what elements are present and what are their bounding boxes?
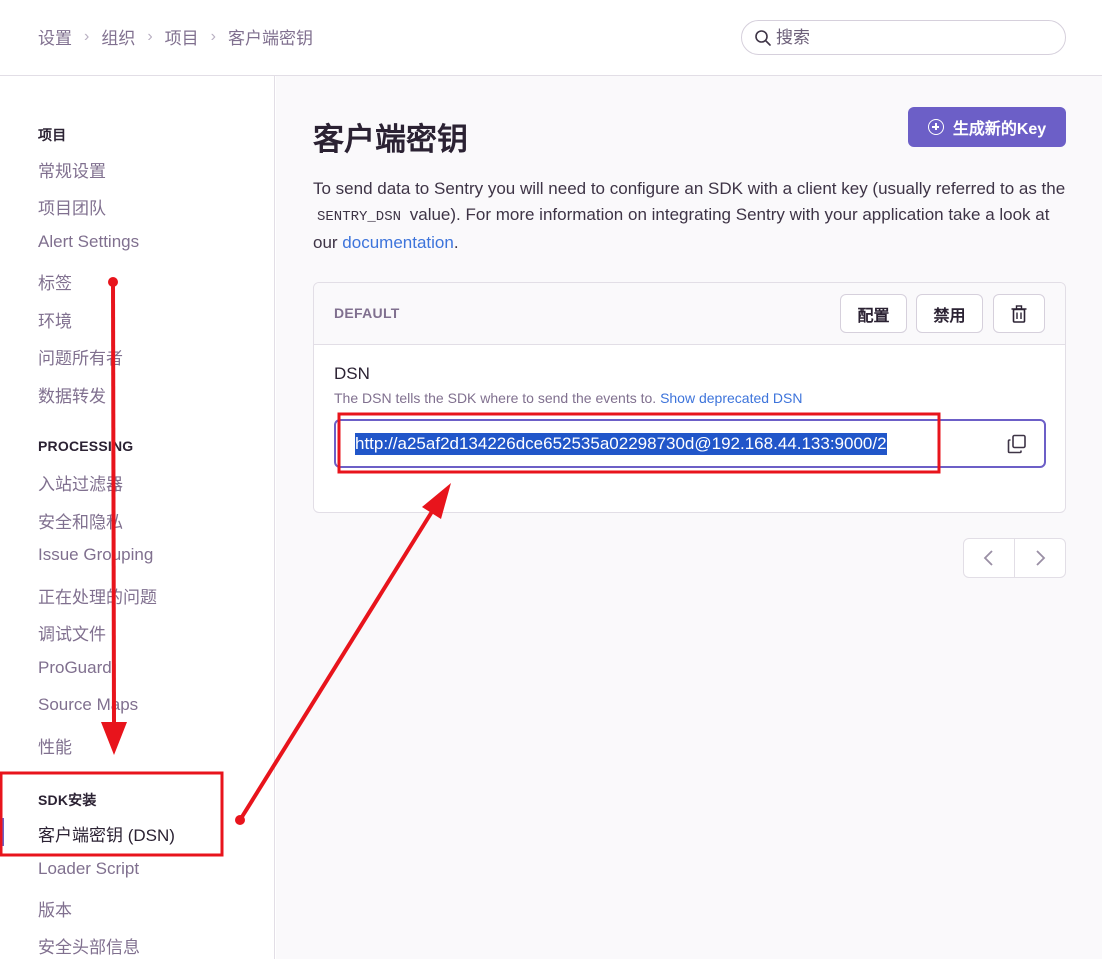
sidebar-item-proguard[interactable]: ProGuard bbox=[38, 658, 112, 678]
chevron-right-icon bbox=[1036, 550, 1046, 566]
panel-header: DEFAULT 配置 禁用 bbox=[314, 283, 1065, 345]
search-box[interactable] bbox=[741, 20, 1066, 55]
sidebar-item-inbound-filters[interactable]: 入站过滤器 bbox=[38, 470, 123, 495]
breadcrumb-organization[interactable]: 组织 bbox=[101, 24, 135, 49]
dsn-value[interactable]: http://a25af2d134226dce652535a02298730d@… bbox=[355, 433, 887, 455]
generate-key-label: 生成新的Key bbox=[952, 121, 1047, 138]
dsn-field[interactable]: http://a25af2d134226dce652535a02298730d@… bbox=[334, 419, 1046, 468]
intro-text: To send data to Sentry you will need to … bbox=[313, 176, 1073, 256]
breadcrumb-client-keys: 客户端密钥 bbox=[227, 29, 313, 48]
search-icon bbox=[755, 29, 771, 46]
sidebar-item-security-privacy[interactable]: 安全和隐私 bbox=[38, 508, 123, 533]
search-input[interactable] bbox=[776, 27, 1036, 48]
dsn-help: The DSN tells the SDK where to send the … bbox=[334, 390, 661, 406]
dsn-label: DSN bbox=[334, 364, 370, 383]
sidebar-item-loader-script[interactable]: Loader Script bbox=[38, 859, 139, 879]
breadcrumb-project[interactable]: 项目 bbox=[165, 24, 199, 49]
intro-part1: To send data to Sentry you will need to … bbox=[313, 179, 1066, 198]
delete-button[interactable] bbox=[993, 294, 1045, 333]
sentry-dsn-code: SENTRY_DSN bbox=[317, 209, 402, 225]
settings-sidebar: 项目 常规设置 项目团队 Alert Settings 标签 环境 问题所有者 … bbox=[0, 76, 275, 959]
show-deprecated-dsn-link[interactable]: Show deprecated DSN bbox=[660, 390, 802, 406]
generate-key-button[interactable]: 生成新的Key bbox=[908, 107, 1066, 147]
pagination bbox=[963, 538, 1066, 578]
active-indicator bbox=[0, 818, 4, 846]
sidebar-heading-sdk-setup: SDK安装 bbox=[38, 792, 97, 808]
top-header: 设置 › 组织 › 项目 › 客户端密钥 bbox=[0, 0, 1102, 76]
chevron-right-icon: › bbox=[210, 27, 216, 45]
plus-circle-icon bbox=[927, 119, 944, 135]
breadcrumb-settings[interactable]: 设置 bbox=[38, 24, 72, 49]
sidebar-item-debug-files[interactable]: 调试文件 bbox=[38, 620, 106, 645]
sidebar-item-data-forwarding[interactable]: 数据转发 bbox=[38, 382, 106, 407]
intro-part3: . bbox=[453, 233, 459, 252]
next-page-button[interactable] bbox=[1014, 539, 1065, 577]
sidebar-item-general-settings[interactable]: 常规设置 bbox=[38, 157, 106, 182]
breadcrumb: 设置 › 组织 › 项目 › 客户端密钥 bbox=[38, 24, 313, 49]
main-content: 客户端密钥 生成新的Key To send data to Sentry you… bbox=[276, 76, 1102, 959]
copy-icon[interactable] bbox=[1006, 433, 1028, 455]
key-name: DEFAULT bbox=[334, 305, 400, 321]
sidebar-item-releases[interactable]: 版本 bbox=[38, 896, 72, 921]
documentation-link[interactable]: documentation bbox=[342, 233, 454, 252]
sidebar-item-processing-issues[interactable]: 正在处理的问题 bbox=[38, 583, 157, 608]
sidebar-item-source-maps[interactable]: Source Maps bbox=[38, 695, 138, 715]
trash-icon bbox=[1011, 304, 1027, 323]
sidebar-heading-processing: PROCESSING bbox=[38, 438, 134, 454]
chevron-left-icon bbox=[983, 550, 993, 566]
sidebar-item-security-headers[interactable]: 安全头部信息 bbox=[38, 933, 140, 958]
sidebar-item-project-teams[interactable]: 项目团队 bbox=[38, 194, 106, 219]
chevron-right-icon: › bbox=[147, 27, 153, 45]
page-title: 客户端密钥 bbox=[313, 122, 468, 157]
sidebar-item-issue-grouping[interactable]: Issue Grouping bbox=[38, 545, 153, 565]
sidebar-item-client-keys[interactable]: 客户端密钥 (DSN) bbox=[38, 821, 175, 846]
sidebar-item-issue-owners[interactable]: 问题所有者 bbox=[38, 344, 123, 369]
dsn-help-text: The DSN tells the SDK where to send the … bbox=[334, 390, 802, 406]
sidebar-heading-project: 项目 bbox=[38, 127, 67, 143]
client-key-panel: DEFAULT 配置 禁用 DSN The DSN tells the SDK … bbox=[313, 282, 1066, 513]
configure-button[interactable]: 配置 bbox=[840, 294, 907, 333]
chevron-right-icon: › bbox=[84, 27, 90, 45]
disable-button[interactable]: 禁用 bbox=[916, 294, 983, 333]
sidebar-item-tags[interactable]: 标签 bbox=[38, 269, 72, 294]
sidebar-item-alert-settings[interactable]: Alert Settings bbox=[38, 232, 139, 252]
previous-page-button[interactable] bbox=[964, 539, 1014, 577]
sidebar-item-performance[interactable]: 性能 bbox=[38, 733, 72, 758]
sidebar-item-environments[interactable]: 环境 bbox=[38, 307, 72, 332]
